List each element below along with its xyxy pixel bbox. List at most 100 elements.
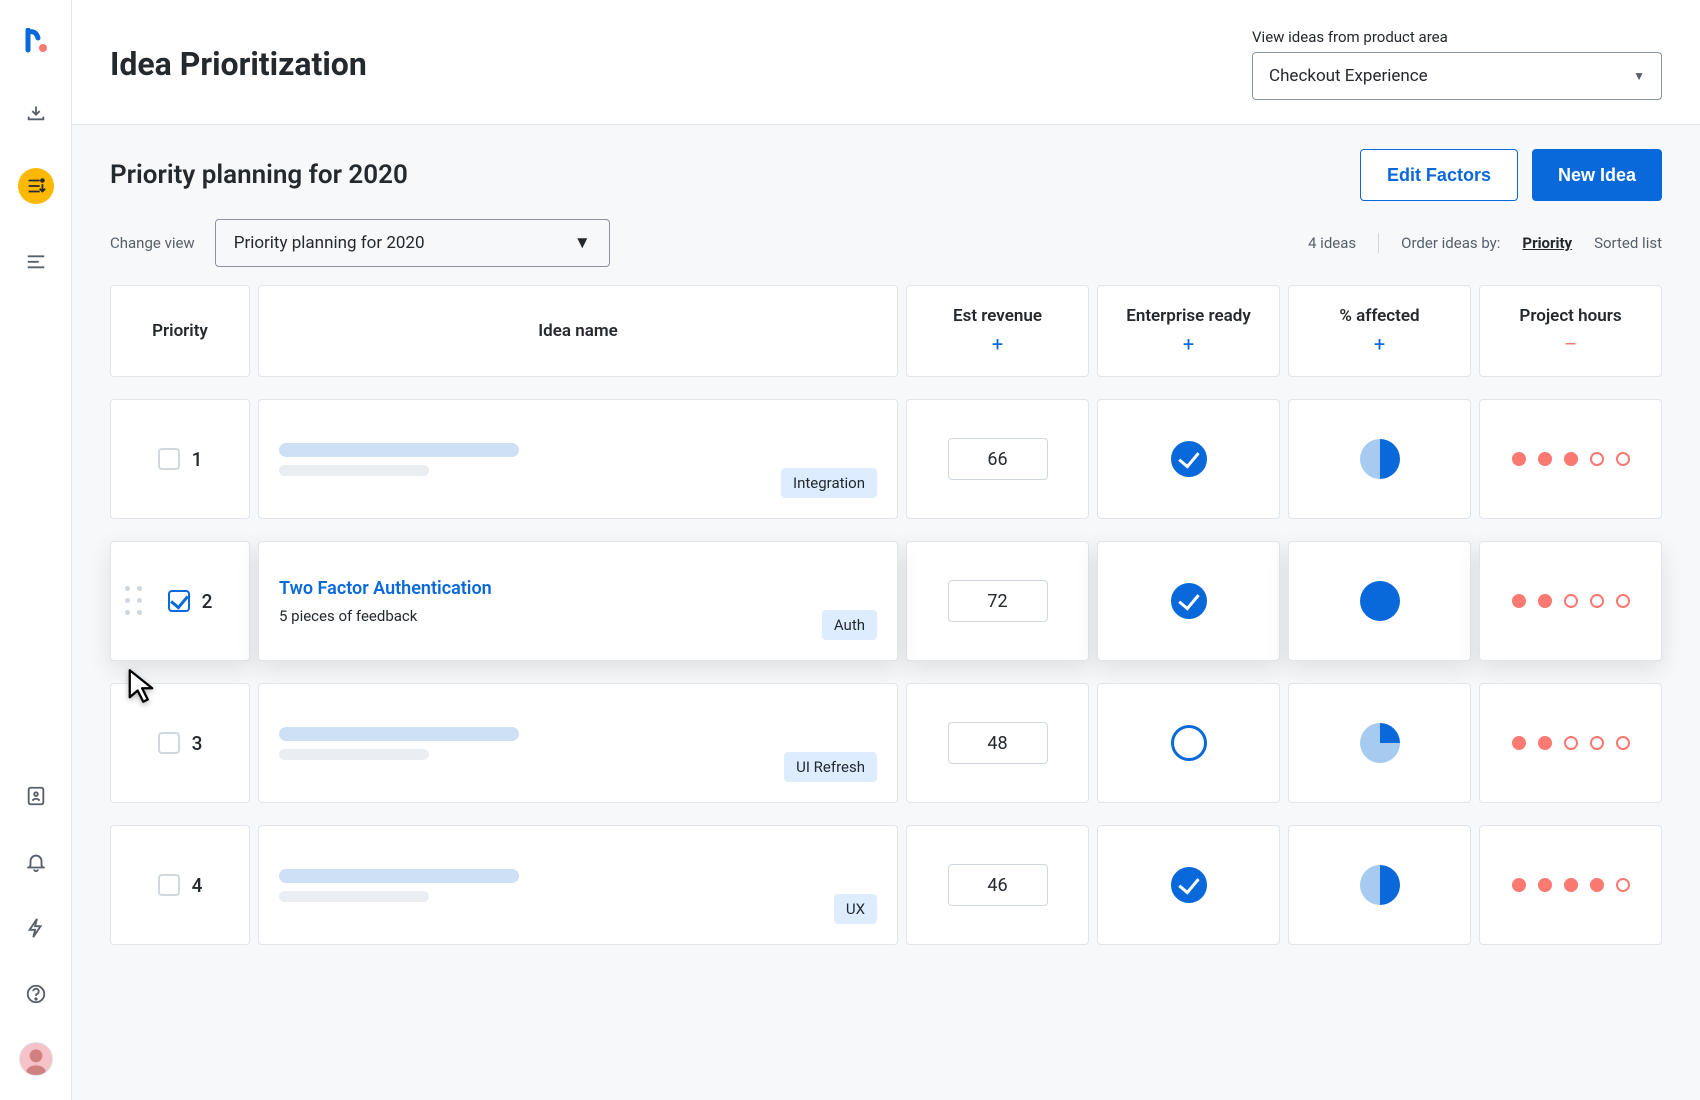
page-title: Idea Prioritization [110, 45, 367, 83]
idea-subtitle: 5 pieces of feedback [279, 607, 877, 625]
new-idea-button[interactable]: New Idea [1532, 149, 1662, 201]
section-title: Priority planning for 2020 [110, 160, 408, 190]
col-enterprise-ready: Enterprise ready + [1097, 285, 1280, 377]
row-rank: 2 [202, 590, 213, 613]
affected-cell [1288, 541, 1471, 661]
chevron-down-icon: ▼ [1633, 69, 1645, 83]
row-rank: 3 [192, 732, 203, 755]
idea-tag[interactable]: Integration [781, 468, 877, 498]
affected-pie[interactable] [1360, 439, 1400, 479]
hours-cell [1479, 399, 1662, 519]
change-view-label: Change view [110, 234, 195, 252]
drag-handle-icon[interactable] [125, 586, 143, 616]
table-row[interactable]: 4 UX 46 [110, 825, 1662, 945]
revenue-cell: 66 [906, 399, 1089, 519]
hours-dots[interactable] [1512, 878, 1630, 892]
col-priority: Priority [110, 285, 250, 377]
area-select-label: View ideas from product area [1252, 28, 1662, 46]
plus-icon: + [1374, 332, 1385, 356]
col-project-hours: Project hours – [1479, 285, 1662, 377]
affected-cell [1288, 399, 1471, 519]
revenue-input[interactable]: 72 [948, 580, 1048, 622]
ready-toggle[interactable] [1171, 441, 1207, 477]
skeleton-line [279, 891, 429, 902]
prioritization-icon[interactable] [18, 168, 54, 204]
col-est-revenue: Est revenue + [906, 285, 1089, 377]
order-by-priority[interactable]: Priority [1522, 234, 1572, 252]
table-row[interactable]: 1 Integration 66 [110, 399, 1662, 519]
idea-name-cell[interactable]: Two Factor Authentication 5 pieces of fee… [258, 541, 898, 661]
area-select-group: View ideas from product area Checkout Ex… [1252, 28, 1662, 100]
affected-pie[interactable] [1360, 581, 1400, 621]
main: Idea Prioritization View ideas from prod… [72, 0, 1700, 1100]
lightning-icon[interactable] [18, 910, 54, 946]
row-checkbox[interactable] [158, 732, 180, 754]
row-checkbox[interactable] [158, 874, 180, 896]
idea-tag[interactable]: UX [834, 894, 877, 924]
affected-cell [1288, 825, 1471, 945]
ready-toggle[interactable] [1171, 583, 1207, 619]
col-idea-name: Idea name [258, 285, 898, 377]
idea-table: Priority Idea name Est revenue + Enterpr… [110, 285, 1662, 945]
hours-dots[interactable] [1512, 452, 1630, 466]
skeleton-line [279, 727, 519, 741]
area-select[interactable]: Checkout Experience ▼ [1252, 52, 1662, 100]
idea-name-cell[interactable]: UI Refresh [258, 683, 898, 803]
idea-count: 4 ideas [1308, 234, 1356, 252]
affected-cell [1288, 683, 1471, 803]
affected-pie[interactable] [1360, 865, 1400, 905]
avatar[interactable] [19, 1042, 53, 1076]
help-icon[interactable] [18, 976, 54, 1012]
view-select-value: Priority planning for 2020 [234, 233, 425, 253]
row-checkbox[interactable] [158, 448, 180, 470]
order-by-sorted[interactable]: Sorted list [1594, 234, 1662, 252]
col-pct-affected: % affected + [1288, 285, 1471, 377]
row-rank: 4 [192, 874, 203, 897]
idea-tag[interactable]: UI Refresh [784, 752, 877, 782]
hours-dots[interactable] [1512, 736, 1630, 750]
revenue-input[interactable]: 48 [948, 722, 1048, 764]
idea-tag[interactable]: Auth [822, 610, 877, 640]
row-checkbox[interactable] [168, 590, 190, 612]
revenue-input[interactable]: 66 [948, 438, 1048, 480]
minus-icon: – [1564, 332, 1577, 356]
row-rank: 1 [192, 448, 203, 471]
hours-dots[interactable] [1512, 594, 1630, 608]
hours-cell [1479, 541, 1662, 661]
bell-icon[interactable] [18, 844, 54, 880]
chevron-down-icon: ▼ [574, 233, 591, 253]
affected-pie[interactable] [1360, 723, 1400, 763]
content: Priority planning for 2020 Edit Factors … [72, 125, 1700, 1100]
priority-cell: 2 [110, 541, 250, 661]
contacts-icon[interactable] [18, 778, 54, 814]
revenue-cell: 46 [906, 825, 1089, 945]
plus-icon: + [1183, 332, 1194, 356]
order-by-label: Order ideas by: [1401, 234, 1500, 252]
skeleton-line [279, 869, 519, 883]
idea-title[interactable]: Two Factor Authentication [279, 578, 877, 599]
skeleton-line [279, 443, 519, 457]
inbox-icon[interactable] [18, 94, 54, 130]
hours-cell [1479, 825, 1662, 945]
revenue-cell: 72 [906, 541, 1089, 661]
hours-cell [1479, 683, 1662, 803]
ready-cell [1097, 399, 1280, 519]
logo [22, 28, 50, 56]
table-row[interactable]: 2 Two Factor Authentication 5 pieces of fe… [110, 541, 1662, 661]
table-row[interactable]: 3 UI Refresh 48 [110, 683, 1662, 803]
topbar: Idea Prioritization View ideas from prod… [72, 0, 1700, 125]
ready-toggle[interactable] [1171, 867, 1207, 903]
priority-cell: 1 [110, 399, 250, 519]
edit-factors-button[interactable]: Edit Factors [1360, 149, 1518, 201]
ready-cell [1097, 683, 1280, 803]
plus-icon: + [992, 332, 1003, 356]
report-icon[interactable] [18, 242, 54, 278]
priority-cell: 3 [110, 683, 250, 803]
idea-name-cell[interactable]: Integration [258, 399, 898, 519]
revenue-input[interactable]: 46 [948, 864, 1048, 906]
view-select[interactable]: Priority planning for 2020 ▼ [215, 219, 610, 267]
idea-name-cell[interactable]: UX [258, 825, 898, 945]
ready-cell [1097, 825, 1280, 945]
ready-toggle[interactable] [1171, 725, 1207, 761]
skeleton-line [279, 465, 429, 476]
